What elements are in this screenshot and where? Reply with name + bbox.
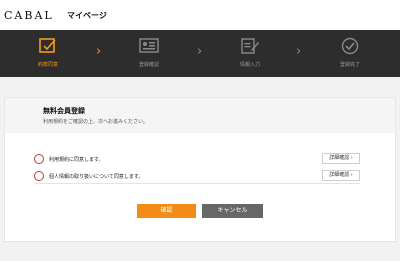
agreement-row-privacy: 個人情報の取り扱いについて同意します。 詳細確認 ›	[34, 170, 360, 183]
confirm-button[interactable]: 確認	[137, 204, 196, 218]
page-subtitle: 利用規約をご確認の上、次へお進みください。	[43, 119, 149, 125]
step-confirm: 登録確認	[119, 30, 179, 77]
terms-detail-button[interactable]: 詳細確認 ›	[322, 153, 360, 164]
step-input: 情報入力	[220, 30, 280, 77]
cancel-button[interactable]: キャンセル	[202, 204, 263, 218]
chevron-right-icon: ›	[197, 44, 203, 59]
chevron-right-icon: ›	[296, 44, 302, 59]
terms-agree-radio[interactable]	[34, 154, 44, 164]
top-header: CABAL マイページ	[0, 0, 400, 30]
agreement-row-terms: 利用規約に同意します。 詳細確認 ›	[34, 153, 360, 166]
terms-agree-label[interactable]: 利用規約に同意します。	[49, 156, 104, 163]
checklist-icon	[39, 38, 56, 53]
mypage-title: マイページ	[67, 11, 107, 20]
page-title: 無料会員登録	[43, 107, 85, 115]
step-complete: 登録完了	[320, 30, 380, 77]
step-label: 登録完了	[339, 62, 360, 68]
edit-icon	[241, 38, 259, 54]
privacy-agree-label[interactable]: 個人情報の取り扱いについて同意します。	[49, 173, 143, 180]
step-agreement: 約款同意	[18, 30, 78, 77]
card-header: 無料会員登録 利用規約をご確認の上、次へお進みください。	[5, 98, 395, 133]
divider	[34, 183, 360, 184]
privacy-agree-radio[interactable]	[34, 171, 44, 181]
step-label: 情報入力	[239, 62, 260, 68]
step-label: 約款同意	[37, 62, 58, 68]
brand-logo[interactable]: CABAL	[4, 9, 54, 22]
check-circle-icon	[341, 37, 359, 55]
chevron-right-icon: ›	[96, 44, 102, 59]
progress-steps: 約款同意 › 登録確認 › 情報入力 › 登録完了	[0, 30, 400, 77]
id-card-icon	[139, 38, 159, 53]
step-label: 登録確認	[138, 62, 159, 68]
privacy-detail-button[interactable]: 詳細確認 ›	[322, 170, 360, 181]
